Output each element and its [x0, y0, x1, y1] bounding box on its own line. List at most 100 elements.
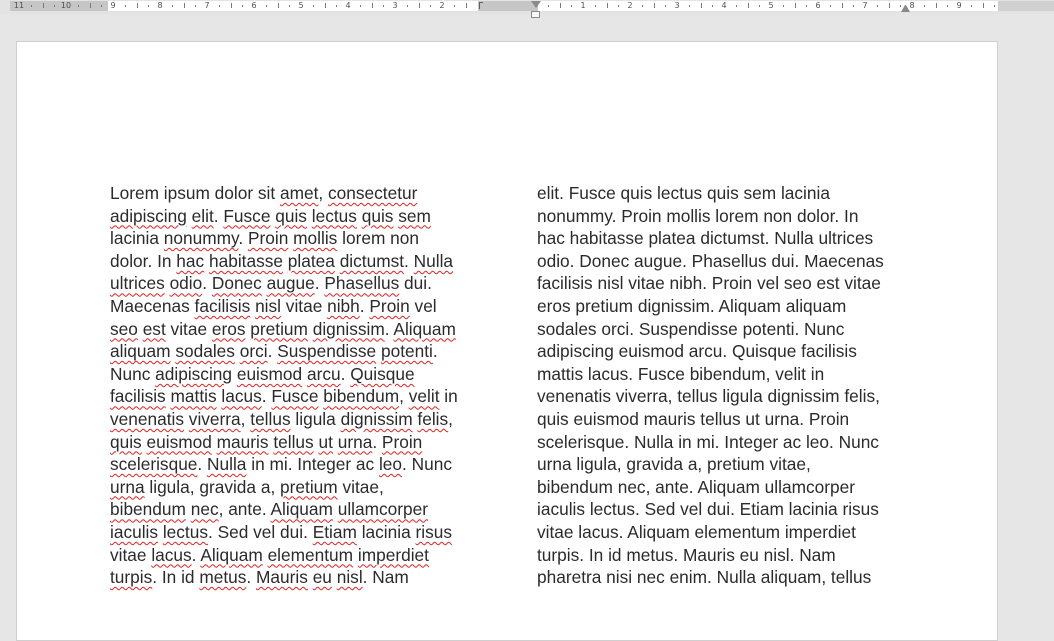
ruler-number: 2: [439, 1, 445, 10]
misspelled-word[interactable]: felis: [417, 409, 448, 429]
misspelled-word[interactable]: eu: [313, 567, 332, 587]
misspelled-word[interactable]: hac: [176, 251, 204, 271]
misspelled-word[interactable]: amet: [280, 183, 318, 203]
misspelled-word[interactable]: sodales: [175, 341, 235, 361]
misspelled-word[interactable]: seo: [110, 319, 138, 339]
misspelled-word[interactable]: adipiscing: [155, 364, 232, 384]
misspelled-word[interactable]: est: [143, 319, 166, 339]
misspelled-word[interactable]: euismod: [237, 364, 302, 384]
misspelled-word[interactable]: sem: [398, 206, 431, 226]
misspelled-word[interactable]: lectus: [312, 206, 357, 226]
ruler-number: 2: [627, 1, 633, 10]
misspelled-word[interactable]: facilisis: [110, 386, 166, 406]
misspelled-word[interactable]: augue: [267, 273, 315, 293]
first-line-indent-marker-icon[interactable]: [531, 1, 541, 10]
misspelled-word[interactable]: Aliquam: [393, 319, 455, 339]
misspelled-word[interactable]: dictumst: [340, 251, 404, 271]
misspelled-word[interactable]: mauris: [217, 432, 269, 452]
misspelled-word[interactable]: nonummy: [164, 228, 239, 248]
misspelled-word[interactable]: ut: [318, 432, 332, 452]
document-page[interactable]: Lorem ipsum dolor sit amet, consectetur a…: [16, 41, 998, 641]
misspelled-word[interactable]: orci: [240, 341, 268, 361]
misspelled-word[interactable]: Suspendisse: [277, 341, 376, 361]
misspelled-word[interactable]: nibh: [327, 296, 360, 316]
ruler-column-gap[interactable]: [478, 1, 538, 11]
horizontal-ruler[interactable]: 11 10 9 8 7 6 5 4 3 2 1 2 3 4 5 6 7 8 9: [0, 0, 1054, 18]
misspelled-word[interactable]: nisl: [337, 567, 363, 587]
misspelled-word[interactable]: aliquam: [110, 341, 171, 361]
misspelled-word[interactable]: mattis: [171, 386, 217, 406]
text-run: .: [197, 454, 208, 475]
misspelled-word[interactable]: Phasellus: [324, 273, 399, 293]
misspelled-word[interactable]: leo: [379, 454, 402, 474]
misspelled-word[interactable]: Etiam: [313, 522, 357, 542]
misspelled-word[interactable]: potenti: [381, 341, 433, 361]
misspelled-word[interactable]: quis: [110, 432, 142, 452]
misspelled-word[interactable]: lectus: [163, 522, 208, 542]
misspelled-word[interactable]: Donec: [212, 273, 262, 293]
misspelled-word[interactable]: euismod: [147, 432, 212, 452]
misspelled-word[interactable]: Aliquam: [200, 545, 262, 565]
misspelled-word[interactable]: nec: [191, 499, 219, 519]
text-run: ,: [318, 183, 329, 203]
misspelled-word[interactable]: lacus: [221, 386, 261, 406]
misspelled-word[interactable]: quis: [275, 206, 307, 226]
misspelled-word[interactable]: ultrices: [110, 273, 165, 293]
misspelled-word[interactable]: metus: [199, 567, 246, 587]
misspelled-word[interactable]: velit: [409, 386, 440, 406]
misspelled-word[interactable]: Fusce: [223, 206, 270, 226]
misspelled-word[interactable]: Aliquam: [270, 499, 332, 519]
misspelled-word[interactable]: tellus: [273, 432, 313, 452]
text-column-one[interactable]: Lorem ipsum dolor sit amet, consectetur a…: [110, 182, 490, 589]
misspelled-word[interactable]: bibendum: [110, 499, 186, 519]
misspelled-word[interactable]: mollis: [293, 228, 337, 248]
misspelled-word[interactable]: iaculis: [110, 522, 158, 542]
tab-stop-icon[interactable]: [479, 2, 483, 9]
misspelled-word[interactable]: Fusce: [271, 386, 318, 406]
ruler-tick: [748, 3, 749, 8]
misspelled-word[interactable]: dignissim: [341, 409, 413, 429]
misspelled-word[interactable]: nisl: [255, 296, 281, 316]
misspelled-word[interactable]: pretium: [250, 319, 308, 339]
text-run: vitae: [110, 544, 152, 565]
misspelled-word[interactable]: quis: [362, 206, 394, 226]
text-line: Maecenas facilisis nisl vitae nibh. Proi…: [110, 295, 490, 318]
misspelled-word[interactable]: venenatis: [110, 409, 184, 429]
text-run: .: [238, 228, 248, 249]
misspelled-word[interactable]: Quisque: [350, 364, 414, 384]
misspelled-word[interactable]: imperdiet: [358, 545, 429, 565]
right-indent-marker-icon[interactable]: [901, 4, 910, 12]
misspelled-word[interactable]: ullamcorper: [338, 499, 428, 519]
ruler-number: 7: [204, 1, 210, 10]
misspelled-word[interactable]: Nulla: [207, 454, 246, 474]
misspelled-word[interactable]: elementum: [268, 545, 354, 565]
misspelled-word[interactable]: eros: [212, 319, 246, 339]
misspelled-word[interactable]: bibendum: [323, 386, 399, 406]
misspelled-word[interactable]: urna: [338, 432, 373, 452]
misspelled-word[interactable]: dignissim: [313, 319, 385, 339]
misspelled-word[interactable]: viverra: [189, 409, 241, 429]
text-run: .: [213, 205, 224, 226]
text-column-two[interactable]: elit. Fusce quis lectus quis sem lacinia…: [537, 182, 937, 589]
misspelled-word[interactable]: Proin: [382, 432, 422, 452]
misspelled-word[interactable]: Proin: [369, 296, 409, 316]
misspelled-word[interactable]: lacus: [151, 545, 191, 565]
misspelled-word[interactable]: risus: [416, 522, 453, 542]
misspelled-word[interactable]: arcu: [307, 364, 341, 384]
misspelled-word[interactable]: elit: [192, 206, 214, 226]
misspelled-word[interactable]: adipiscing: [110, 206, 187, 226]
misspelled-word[interactable]: platea: [288, 251, 335, 271]
misspelled-word[interactable]: turpis: [110, 567, 152, 587]
misspelled-word[interactable]: Nulla: [414, 251, 453, 271]
misspelled-word[interactable]: facilisis: [195, 296, 251, 316]
misspelled-word[interactable]: urna: [110, 477, 145, 497]
misspelled-word[interactable]: scelerisque: [110, 454, 197, 474]
misspelled-word[interactable]: Mauris: [256, 567, 308, 587]
misspelled-word[interactable]: Proin: [248, 228, 288, 248]
misspelled-word[interactable]: odio: [170, 273, 203, 293]
misspelled-word[interactable]: pretium: [280, 477, 338, 497]
left-indent-marker-icon[interactable]: [531, 11, 540, 18]
misspelled-word[interactable]: tellus: [250, 409, 290, 429]
misspelled-word[interactable]: consectetur: [328, 183, 417, 203]
misspelled-word[interactable]: habitasse: [209, 251, 283, 271]
